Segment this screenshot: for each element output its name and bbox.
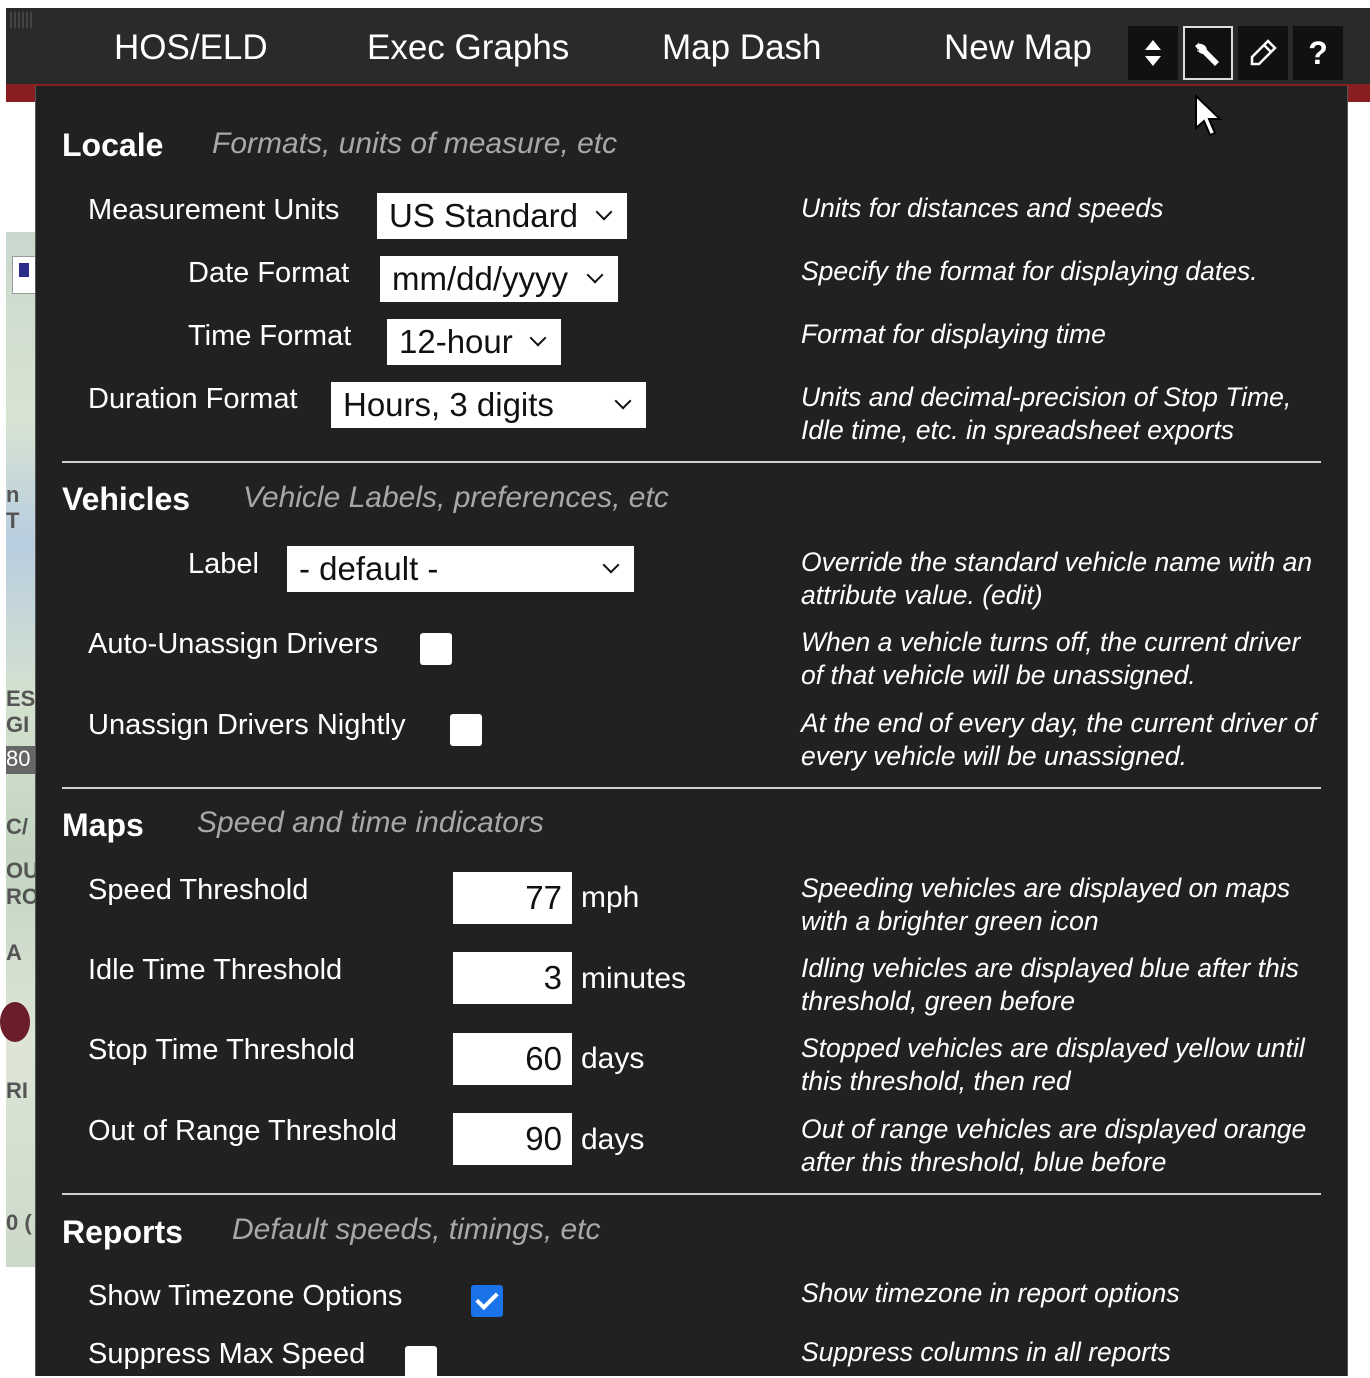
auto-unassign-desc: When a vehicle turns off, the current dr… <box>801 627 1301 690</box>
duration-format-label: Duration Format <box>88 383 298 415</box>
duration-format-value: Hours, 3 digits <box>343 386 554 423</box>
grip-icon <box>10 12 32 28</box>
map-background: n T ES GI 80 C/ OU RO A RI 0 ( <box>0 232 39 1267</box>
section-divider <box>62 1193 1321 1195</box>
map-label: GI <box>6 712 30 737</box>
stop-threshold-desc: Stopped vehicles are displayed yellow un… <box>801 1033 1305 1096</box>
nav-map-dash[interactable]: Map Dash <box>662 26 822 70</box>
nav-hos-eld[interactable]: HOS/ELD <box>114 26 268 70</box>
speed-threshold-unit: mph <box>581 881 640 914</box>
section-title-maps: Maps <box>62 807 144 843</box>
map-label: RI <box>6 1078 28 1103</box>
settings-panel: Locale Formats, units of measure, etc Me… <box>35 86 1348 1378</box>
section-title-vehicles: Vehicles <box>62 481 191 517</box>
section-divider <box>62 787 1321 789</box>
map-label: ES <box>6 686 36 711</box>
date-format-desc: Specify the format for displaying dates. <box>801 256 1258 286</box>
map-label: A <box>6 940 22 965</box>
idle-threshold-desc: Idling vehicles are displayed blue after… <box>801 953 1299 1016</box>
stop-threshold-unit: days <box>581 1042 645 1075</box>
auto-unassign-checkbox[interactable] <box>420 633 452 665</box>
duration-format-desc: Units and decimal-precision of Stop Time… <box>801 382 1292 445</box>
section-subtitle-maps: Speed and time indicators <box>197 806 544 839</box>
chevron-down-icon <box>593 193 617 239</box>
auto-unassign-label: Auto-Unassign Drivers <box>88 628 379 660</box>
speed-threshold-input[interactable]: 77 <box>453 872 572 924</box>
unassign-nightly-label: Unassign Drivers Nightly <box>88 709 406 741</box>
map-label: n T <box>6 482 20 533</box>
section-divider <box>62 461 1321 463</box>
unassign-nightly-desc: At the end of every day, the current dri… <box>801 708 1317 771</box>
duration-format-select[interactable]: Hours, 3 digits <box>331 382 646 428</box>
vehicle-label-value: - default - <box>299 550 439 587</box>
show-timezone-desc: Show timezone in report options <box>801 1278 1180 1308</box>
measurement-units-select[interactable]: US Standard <box>377 193 627 239</box>
nav-new-map[interactable]: New Map <box>944 26 1092 70</box>
speed-threshold-label: Speed Threshold <box>88 874 309 906</box>
section-subtitle-reports: Default speeds, timings, etc <box>232 1213 601 1246</box>
map-label: 0 ( <box>6 1210 32 1235</box>
out-of-range-label: Out of Range Threshold <box>88 1115 397 1147</box>
vehicle-label-desc: Override the standard vehicle name with … <box>801 547 1313 610</box>
chevron-down-icon <box>612 382 636 428</box>
show-timezone-checkbox[interactable] <box>471 1285 503 1317</box>
out-of-range-unit: days <box>581 1123 645 1156</box>
suppress-max-speed-label: Suppress Max Speed <box>88 1338 366 1370</box>
idle-threshold-input[interactable]: 3 <box>453 952 572 1004</box>
section-title-reports: Reports <box>62 1214 183 1250</box>
help-icon[interactable]: ? <box>1293 26 1343 80</box>
nav-exec-graphs[interactable]: Exec Graphs <box>367 26 569 70</box>
measurement-units-value: US Standard <box>389 197 578 234</box>
vehicle-label-label: Label <box>188 548 259 580</box>
date-format-select[interactable]: mm/dd/yyyy <box>380 256 618 302</box>
measurement-units-desc: Units for distances and speeds <box>801 193 1164 223</box>
map-route-number: 80 <box>6 746 36 774</box>
unassign-nightly-checkbox[interactable] <box>450 714 482 746</box>
map-flag-icon <box>12 256 36 294</box>
date-format-value: mm/dd/yyyy <box>392 260 569 297</box>
date-format-label: Date Format <box>188 257 350 289</box>
suppress-max-speed-desc: Suppress columns in all reports <box>801 1337 1171 1367</box>
map-marker <box>0 1002 30 1042</box>
sort-arrows-icon[interactable] <box>1128 26 1178 80</box>
chevron-down-icon <box>527 319 551 365</box>
stop-threshold-label: Stop Time Threshold <box>88 1034 356 1066</box>
section-subtitle-vehicles: Vehicle Labels, preferences, etc <box>243 481 669 514</box>
show-timezone-label: Show Timezone Options <box>88 1280 403 1312</box>
section-title-locale: Locale <box>62 127 164 163</box>
idle-threshold-unit: minutes <box>581 962 687 995</box>
eraser-icon[interactable] <box>1238 26 1288 80</box>
stop-threshold-input[interactable]: 60 <box>453 1033 572 1085</box>
speed-threshold-desc: Speeding vehicles are displayed on maps … <box>801 873 1291 936</box>
out-of-range-desc: Out of range vehicles are displayed oran… <box>801 1114 1307 1177</box>
vehicle-label-select[interactable]: - default - <box>287 546 634 592</box>
time-format-label: Time Format <box>188 320 352 352</box>
section-subtitle-locale: Formats, units of measure, etc <box>212 127 618 160</box>
time-format-desc: Format for displaying time <box>801 319 1106 349</box>
out-of-range-input[interactable]: 90 <box>453 1113 572 1165</box>
measurement-units-label: Measurement Units <box>88 194 340 226</box>
time-format-select[interactable]: 12-hour <box>387 319 561 365</box>
chevron-down-icon <box>600 546 624 592</box>
map-label: C/ <box>6 814 28 839</box>
suppress-max-speed-checkbox[interactable] <box>405 1346 437 1378</box>
chevron-down-icon <box>584 256 608 302</box>
idle-threshold-label: Idle Time Threshold <box>88 954 343 986</box>
time-format-value: 12-hour <box>399 323 513 360</box>
mouse-pointer-icon <box>1195 94 1223 137</box>
wrench-icon[interactable] <box>1183 26 1233 80</box>
